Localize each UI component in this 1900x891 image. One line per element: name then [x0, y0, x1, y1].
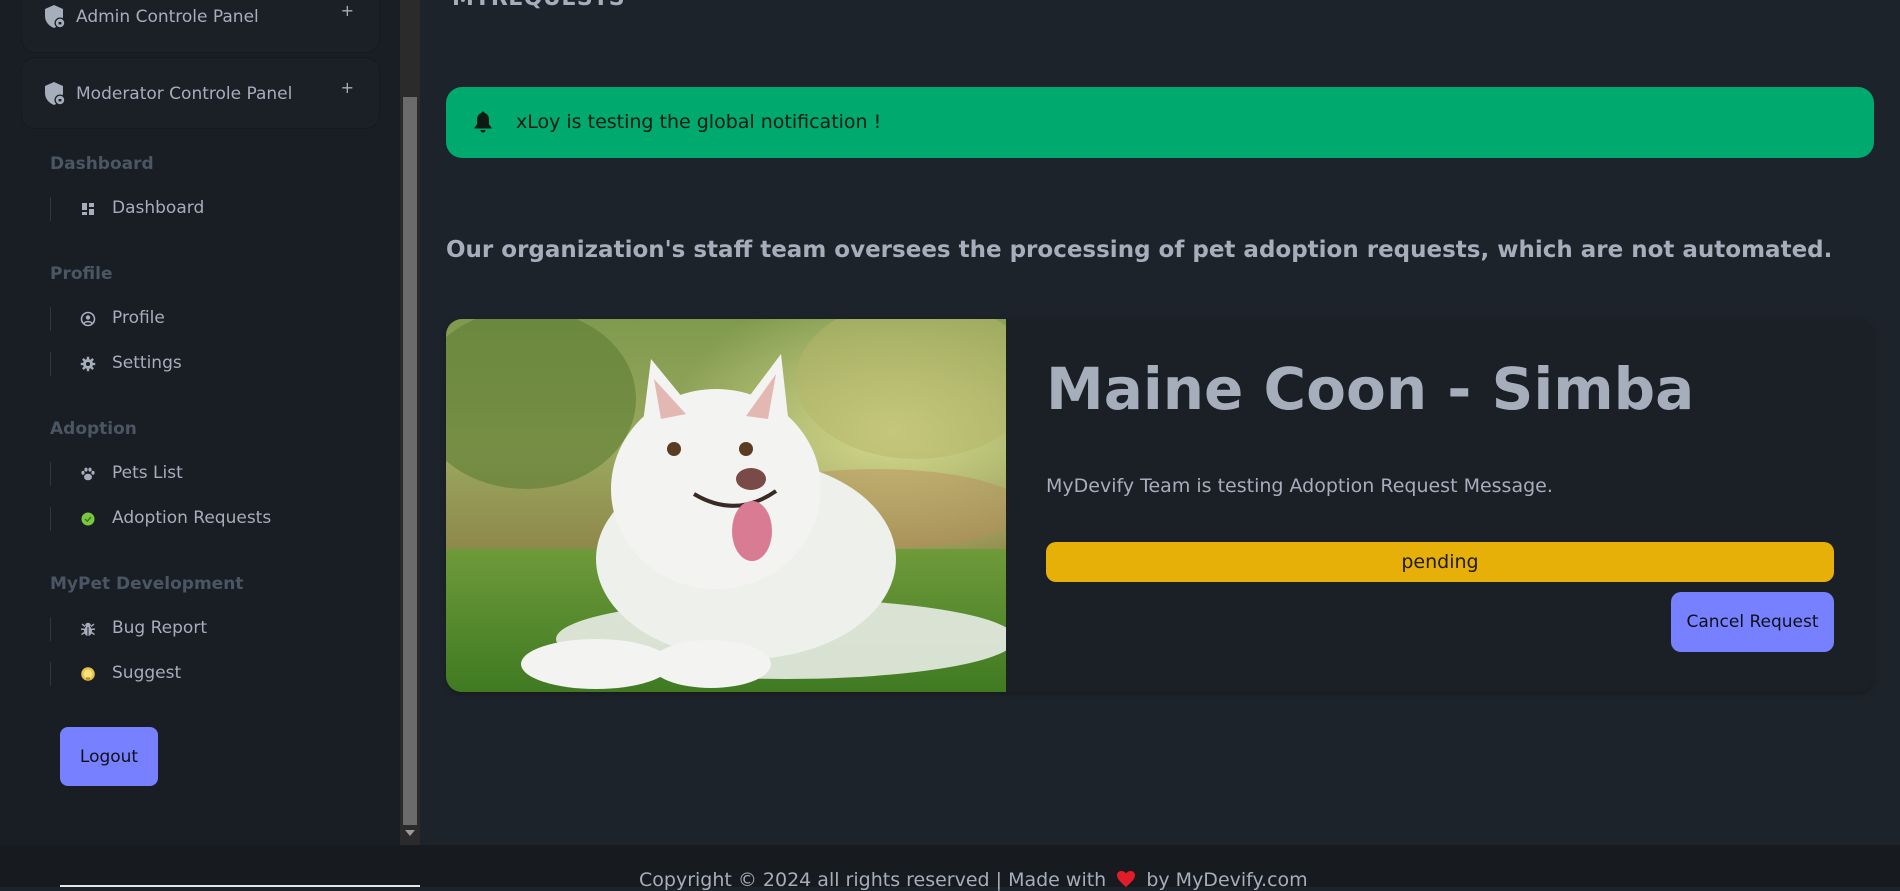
- section-title-dashboard: Dashboard: [50, 154, 154, 174]
- sidebar-scrollbar[interactable]: [400, 0, 420, 845]
- sidebar-item-settings[interactable]: Settings: [50, 346, 370, 382]
- sidebar-item-label: Profile: [112, 308, 165, 328]
- dashboard-icon: [82, 203, 94, 215]
- sidebar-item-bug-report[interactable]: Bug Report: [50, 611, 370, 647]
- request-message: MyDevify Team is testing Adoption Reques…: [1046, 475, 1553, 497]
- moderator-panel-title: Moderator Controle Panel: [76, 84, 293, 104]
- bug-icon: [80, 622, 96, 636]
- sidebar-item-suggest[interactable]: Suggest: [50, 656, 370, 692]
- menu-divider: [50, 662, 51, 686]
- footer: Copyright © 2024 all rights reserved | M…: [0, 845, 1900, 891]
- sidebar-item-adoption-requests[interactable]: Adoption Requests: [50, 501, 370, 537]
- page-title: MYREQUESTS: [452, 0, 625, 11]
- global-notification: xLoy is testing the global notification …: [446, 87, 1874, 158]
- sidebar: Admin Controle Panel + Moderator Control…: [0, 0, 400, 845]
- menu-divider: [50, 507, 51, 531]
- green-dot-icon: [81, 512, 95, 526]
- pet-name: Maine Coon - Simba: [1046, 355, 1695, 423]
- sidebar-item-label: Suggest: [112, 663, 182, 683]
- cancel-request-button[interactable]: Cancel Request: [1671, 592, 1834, 652]
- sidebar-item-pets-list[interactable]: Pets List: [50, 456, 370, 492]
- logout-button[interactable]: Logout: [60, 727, 158, 786]
- sidebar-item-profile[interactable]: Profile: [50, 301, 370, 337]
- menu-divider: [50, 307, 51, 331]
- sidebar-item-label: Adoption Requests: [112, 508, 272, 528]
- menu-divider: [50, 462, 51, 486]
- paw-icon: [81, 467, 95, 481]
- footer-link[interactable]: by MyDevify.com: [1146, 869, 1307, 891]
- gear-icon: [80, 356, 96, 372]
- sidebar-item-label: Bug Report: [112, 618, 207, 638]
- menu-divider: [50, 617, 51, 641]
- user-circle-icon: [80, 311, 96, 327]
- section-title-profile: Profile: [50, 264, 113, 284]
- moderator-control-panel[interactable]: Moderator Controle Panel +: [21, 57, 380, 129]
- menu-divider: [50, 197, 51, 221]
- shield-icon: [45, 82, 66, 106]
- heart-icon: [1117, 871, 1136, 887]
- sidebar-item-label: Settings: [112, 353, 182, 373]
- scroll-down-arrow-icon[interactable]: [405, 830, 415, 836]
- expand-admin-icon[interactable]: +: [341, 1, 354, 20]
- scrollbar-thumb[interactable]: [403, 97, 417, 825]
- sidebar-item-label: Pets List: [112, 463, 183, 483]
- notification-text: xLoy is testing the global notification …: [516, 111, 882, 133]
- footer-text: Copyright © 2024 all rights reserved | M…: [639, 869, 1308, 891]
- lightbulb-icon: [81, 667, 95, 681]
- pet-photo: [446, 319, 1006, 692]
- sidebar-item-label: Dashboard: [112, 198, 205, 218]
- intro-text: Our organization's staff team oversees t…: [446, 237, 1833, 263]
- expand-moderator-icon[interactable]: +: [341, 78, 354, 97]
- copyright-text: Copyright © 2024 all rights reserved | M…: [639, 869, 1107, 891]
- status-badge: pending: [1046, 542, 1834, 582]
- sidebar-item-dashboard[interactable]: Dashboard: [50, 191, 370, 227]
- section-title-development: MyPet Development: [50, 574, 244, 594]
- admin-control-panel[interactable]: Admin Controle Panel +: [21, 0, 380, 53]
- menu-divider: [50, 352, 51, 376]
- admin-panel-title: Admin Controle Panel: [76, 7, 259, 27]
- section-title-adoption: Adoption: [50, 419, 137, 439]
- shield-icon: [45, 5, 66, 29]
- bell-icon: [474, 111, 492, 133]
